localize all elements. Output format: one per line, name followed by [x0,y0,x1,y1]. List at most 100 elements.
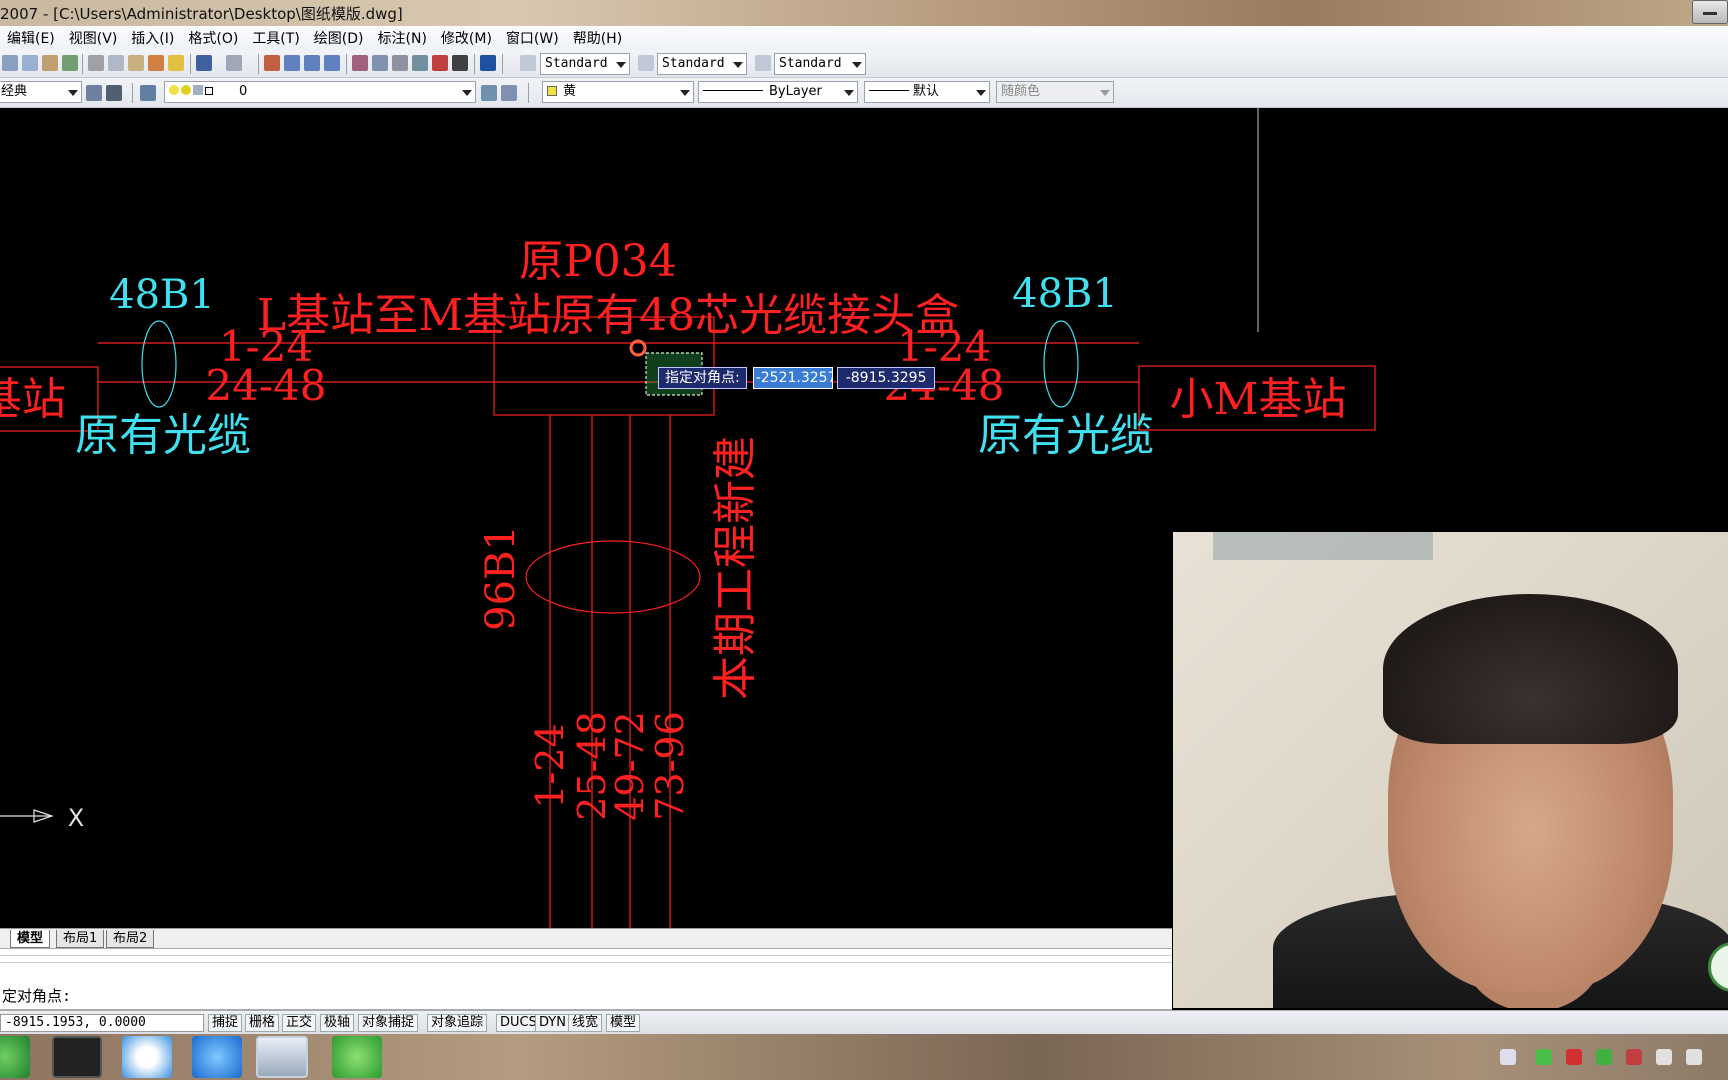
left-cable-ellipse [141,320,177,408]
dynamic-input-y[interactable]: -8915.3295 [836,367,936,389]
menu-view[interactable]: 视图(V) [62,28,125,48]
command-window[interactable]: 定对角点: [0,948,1172,1010]
dyn-toggle[interactable]: DYN [535,1014,570,1032]
linetype-select[interactable]: ByLayer [698,81,858,103]
otrack-toggle[interactable]: 对象追踪 [427,1014,488,1032]
workspace-select[interactable]: 经典 [0,81,82,103]
open-icon[interactable] [2,55,18,71]
new-cable-ellipse [525,540,701,614]
toolbar-separator [528,83,529,103]
security-icon[interactable] [1596,1049,1612,1065]
dimension-style-select[interactable]: Standard [657,53,747,75]
polar-toggle[interactable]: 极轴 [320,1014,355,1032]
autocad-icon[interactable] [256,1036,308,1078]
baidu-netdisk-icon[interactable] [122,1036,172,1078]
layer-previous-icon[interactable] [501,85,517,101]
zoom-window-icon[interactable] [304,55,320,71]
print-icon[interactable] [42,55,58,71]
workspace-save-icon[interactable] [106,85,122,101]
keyboard-icon[interactable] [1500,1049,1516,1065]
layer-manager-icon[interactable] [140,85,156,101]
model-toggle[interactable]: 模型 [606,1014,641,1032]
ortho-toggle[interactable]: 正交 [282,1014,317,1032]
lock-icon [193,85,203,95]
toolbar-separator [474,54,475,74]
title-line-1: 原P034 [519,236,677,287]
grid-toggle[interactable]: 栅格 [245,1014,280,1032]
lightbulb-icon [169,85,179,95]
dynamic-input: 指定对角点: -2521.3257 -8915.3295 [658,367,936,389]
zoom-realtime-icon[interactable] [284,55,300,71]
text-style-icon [520,55,536,71]
tool-palettes-icon[interactable] [392,55,408,71]
color-select[interactable]: 黄 [542,81,694,103]
layer-value: 0 [239,84,248,99]
zoom-previous-icon[interactable] [324,55,340,71]
presenter-hair [1383,594,1678,744]
markup-icon[interactable] [432,55,448,71]
make-layer-current-icon[interactable] [481,85,497,101]
chevron-down-icon [1100,90,1110,96]
cut-icon[interactable] [88,55,104,71]
layer-select[interactable]: 0 [164,81,476,103]
match-properties-icon[interactable] [148,55,164,71]
recording-icon[interactable] [1566,1049,1582,1065]
paste-icon[interactable] [128,55,144,71]
lineweight-toggle[interactable]: 线宽 [568,1014,603,1032]
menu-insert[interactable]: 插入(I) [124,28,181,48]
branch-fiber-range-1: 1-24 [528,723,572,808]
undo-icon[interactable] [196,55,212,71]
design-center-icon[interactable] [372,55,388,71]
plotstyle-select[interactable]: 随颜色 [996,81,1114,103]
lineweight-select[interactable]: 默认 [864,81,990,103]
table-style-select[interactable]: Standard [774,53,866,75]
wechat-icon[interactable] [332,1036,382,1078]
toolbar-separator [502,54,503,74]
publish-icon[interactable] [62,55,78,71]
calculator-icon[interactable] [452,55,468,71]
menu-format[interactable]: 格式(O) [181,28,245,48]
menu-draw[interactable]: 绘图(D) [307,28,371,48]
dynamic-input-x[interactable]: -2521.3257 [752,367,833,389]
menu-tools[interactable]: 工具(T) [245,28,306,48]
tab-model[interactable]: 模型 [10,930,51,948]
copy-icon[interactable] [108,55,124,71]
taskbar [0,1034,1728,1080]
branch-fiber-range-3: 49-72 [608,711,652,821]
new-cable-label: 96B1 [478,525,524,631]
text-style-select[interactable]: Standard [540,53,630,75]
right-cable-note: 原有光缆 [978,410,1154,461]
workspace-settings-icon[interactable] [86,85,102,101]
menu-bar: 编辑(E) 视图(V) 插入(I) 格式(O) 工具(T) 绘图(D) 标注(N… [0,26,1728,50]
pan-icon[interactable] [264,55,280,71]
coordinate-readout: -8915.1953, 0.0000 [0,1014,204,1032]
chevron-down-icon [68,90,78,96]
dimension-style-value: Standard [662,56,725,71]
toolbar-separator [190,54,191,74]
block-editor-icon[interactable] [168,55,184,71]
usb-icon[interactable] [1626,1049,1642,1065]
tab-layout2[interactable]: 布局2 [106,930,155,948]
menu-window[interactable]: 窗口(W) [499,28,566,48]
volume-icon[interactable] [1686,1049,1702,1065]
wechat-tray-icon[interactable] [1536,1049,1552,1065]
minimize-button[interactable] [1692,0,1728,24]
start-icon[interactable] [0,1036,30,1078]
menu-edit[interactable]: 编辑(E) [0,28,62,48]
video-app-icon[interactable] [52,1036,102,1078]
tab-layout1[interactable]: 布局1 [56,930,105,948]
chevron-down-icon [616,62,626,68]
internet-explorer-icon[interactable] [192,1036,242,1078]
toolbar-separator [82,54,83,74]
snap-toggle[interactable]: 捕捉 [208,1014,243,1032]
properties-icon[interactable] [352,55,368,71]
help-icon[interactable] [480,55,496,71]
redo-icon[interactable] [226,55,242,71]
sheet-set-icon[interactable] [412,55,428,71]
menu-modify[interactable]: 修改(M) [434,28,499,48]
osnap-toggle[interactable]: 对象捕捉 [358,1014,419,1032]
network-icon[interactable] [1656,1049,1672,1065]
menu-help[interactable]: 帮助(H) [566,28,629,48]
menu-dimension[interactable]: 标注(N) [371,28,434,48]
save-icon[interactable] [22,55,38,71]
